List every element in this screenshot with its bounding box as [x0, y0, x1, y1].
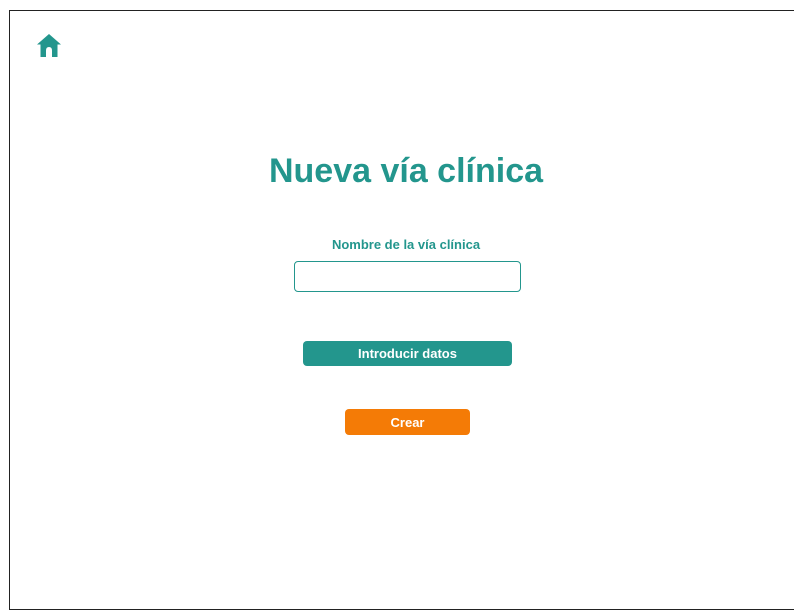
page-title: Nueva vía clínica	[268, 152, 544, 190]
app-frame	[9, 10, 794, 610]
clinical-pathway-name-input[interactable]	[294, 261, 521, 292]
clinical-pathway-name-label: Nombre de la vía clínica	[331, 237, 481, 252]
home-button[interactable]	[35, 31, 63, 59]
create-button[interactable]: Crear	[345, 409, 470, 435]
home-icon	[37, 34, 61, 57]
enter-data-button[interactable]: Introducir datos	[303, 341, 512, 366]
